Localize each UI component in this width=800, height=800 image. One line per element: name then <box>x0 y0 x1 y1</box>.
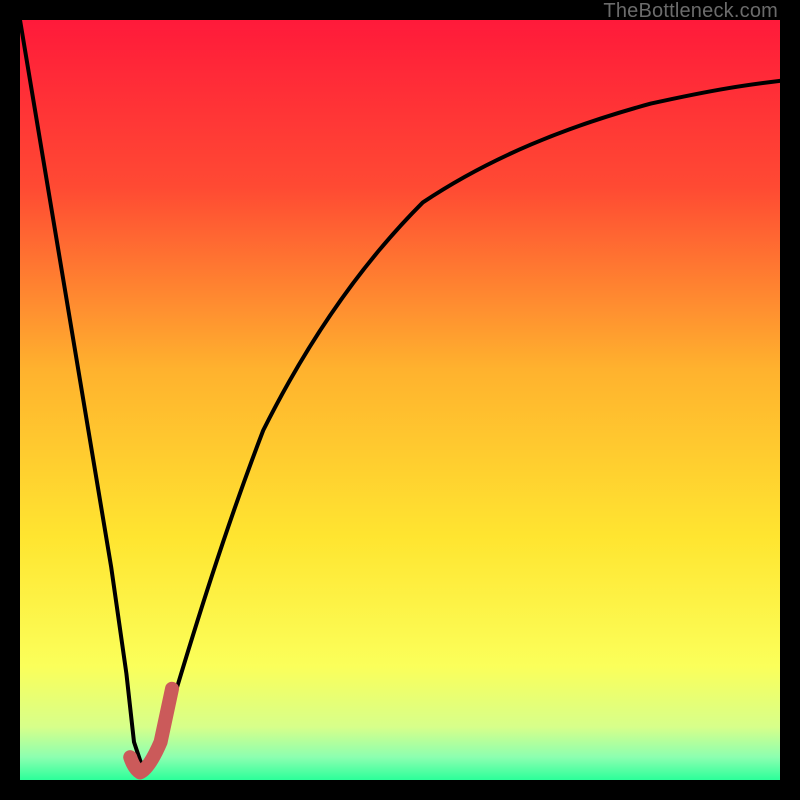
chart-curves <box>20 20 780 780</box>
bottleneck-curve <box>20 20 780 765</box>
plot-area <box>20 20 780 780</box>
watermark-text: TheBottleneck.com <box>603 0 778 23</box>
accent-hook <box>130 689 172 773</box>
chart-frame: TheBottleneck.com <box>0 0 800 800</box>
